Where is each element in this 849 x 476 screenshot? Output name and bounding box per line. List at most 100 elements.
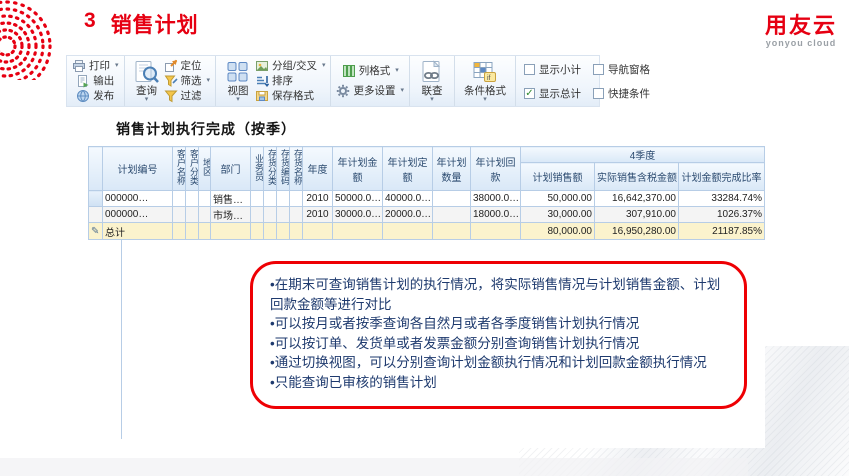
toolbar-group-query: 查询 定位 筛选 过滤 [125, 56, 217, 106]
show-subtotal-checkbox[interactable]: 显示小计 [524, 62, 581, 77]
locate-icon [164, 59, 178, 73]
checkbox-icon [593, 88, 604, 99]
cell-year-plan-qty[interactable] [433, 191, 471, 207]
cell-q-completion[interactable]: 33284.74% [679, 191, 765, 207]
col-header-salesman[interactable]: 业务员 [251, 147, 264, 191]
column-format-icon [342, 64, 356, 78]
cell-q-actual-sales[interactable]: 16,642,370.00 [595, 191, 679, 207]
cell-customer-name[interactable] [173, 191, 186, 207]
cell-year-plan-receipt[interactable]: 38000.0… [471, 191, 521, 207]
conditional-format-button[interactable]: if 条件格式 [460, 60, 510, 102]
row-selector-total[interactable]: ✎ [89, 223, 103, 240]
cell-year[interactable]: 2010 [303, 191, 333, 207]
col-header-year-plan-amount[interactable]: 年计划金额 [333, 147, 383, 191]
toolbar-group-cond-format: if 条件格式 [455, 56, 516, 106]
cell-plan-no[interactable]: 000000… [103, 207, 173, 223]
notes-callout-box: •在期末可查询销售计划的执行情况，将实际销售情况与计划销售金额、计划回款金额等进… [250, 261, 747, 409]
publish-globe-icon [76, 89, 90, 103]
toolbar: 打印 输出 发布 查询 定位 [66, 55, 600, 107]
col-header-q-actual-sales[interactable]: 实际销售含税金额 [595, 163, 679, 191]
publish-button[interactable]: 发布 [76, 89, 114, 103]
cell-empty [383, 223, 433, 240]
query-button[interactable]: 查询 [130, 60, 164, 102]
cell-salesman[interactable] [251, 207, 264, 223]
cell-year-plan-amount[interactable]: 30000.0… [333, 207, 383, 223]
cell-q-plan-sales[interactable]: 30,000.00 [521, 207, 595, 223]
row-selector[interactable] [89, 207, 103, 223]
cell-year-plan-quota[interactable]: 20000.0… [383, 207, 433, 223]
cell-year[interactable]: 2010 [303, 207, 333, 223]
row-selector[interactable] [89, 191, 103, 207]
col-header-inv-code[interactable]: 存货编码 [277, 147, 290, 191]
cell-empty [264, 223, 277, 240]
cell-customer-class[interactable] [186, 191, 199, 207]
cell-year-plan-quota[interactable]: 40000.0… [383, 191, 433, 207]
sort-button[interactable]: 排序 [255, 74, 325, 88]
col-header-year-plan-qty[interactable]: 年计划数量 [433, 147, 471, 191]
cell-q-completion[interactable]: 1026.37% [679, 207, 765, 223]
cell-year-plan-qty[interactable] [433, 207, 471, 223]
cell-department[interactable]: 销售… [211, 191, 251, 207]
report-title: 销售计划执行完成（按季） [116, 119, 765, 139]
col-header-year-plan-quota[interactable]: 年计划定额 [383, 147, 433, 191]
col-header-inv-class[interactable]: 存货分类 [264, 147, 277, 191]
save-format-button[interactable]: 保存格式 [255, 89, 325, 103]
cell-empty [290, 223, 303, 240]
group-cross-button[interactable]: 分组/交叉 [255, 59, 325, 73]
page-title: 3 销售计划 [84, 9, 199, 39]
col-group-header-quarter4[interactable]: 4季度 [521, 147, 765, 163]
cell-salesman[interactable] [251, 191, 264, 207]
cell-empty [199, 223, 211, 240]
cell-plan-no[interactable]: 000000… [103, 191, 173, 207]
col-header-year[interactable]: 年度 [303, 147, 333, 191]
table-row: 000000… 销售… 2010 50000.0… 40000.0… 38000… [89, 191, 765, 207]
note-bullet: •在期末可查询销售计划的执行情况，将实际销售情况与计划销售金额、计划回款金额等进… [270, 275, 727, 314]
cell-inv-code[interactable] [277, 191, 290, 207]
cell-total-q-completion: 21187.85% [679, 223, 765, 240]
bottom-strip-decoration [0, 458, 748, 476]
nav-pane-checkbox[interactable]: 导航窗格 [593, 62, 650, 77]
table-row: 000000… 市场… 2010 30000.0… 20000.0… 18000… [89, 207, 765, 223]
cell-inv-code[interactable] [277, 207, 290, 223]
cell-inv-class[interactable] [264, 191, 277, 207]
col-header-region[interactable]: 地区 [199, 147, 211, 191]
cell-q-plan-sales[interactable]: 50,000.00 [521, 191, 595, 207]
cell-region[interactable] [199, 191, 211, 207]
cell-inv-name[interactable] [290, 191, 303, 207]
col-header-q-completion[interactable]: 计划金额完成比率 [679, 163, 765, 191]
show-total-checkbox[interactable]: ✓ 显示总计 [524, 86, 581, 101]
col-header-year-plan-receipt[interactable]: 年计划回款 [471, 147, 521, 191]
col-header-plan-no[interactable]: 计划编号 [103, 147, 173, 191]
search-document-icon [134, 60, 160, 84]
output-button[interactable]: 输出 [76, 74, 114, 88]
cell-year-plan-amount[interactable]: 50000.0… [333, 191, 383, 207]
linked-query-button[interactable]: 联查 [415, 60, 449, 102]
column-format-button[interactable]: 列格式 [342, 64, 399, 78]
filter-button[interactable]: 过滤 [164, 89, 211, 103]
col-header-customer-name[interactable]: 客户名称 [173, 147, 186, 191]
cell-total-q-plan-sales: 80,000.00 [521, 223, 595, 240]
col-header-q-plan-sales[interactable]: 计划销售额 [521, 163, 595, 191]
cell-inv-class[interactable] [264, 207, 277, 223]
quick-condition-checkbox[interactable]: 快捷条件 [593, 86, 650, 101]
more-settings-button[interactable]: 更多设置 [336, 84, 404, 98]
linked-document-icon [419, 60, 445, 84]
locate-button[interactable]: 定位 [164, 59, 211, 73]
grid-panel-left-edge [121, 240, 123, 439]
toolbar-group-linked-query: 联查 [410, 56, 455, 106]
cell-department[interactable]: 市场… [211, 207, 251, 223]
print-button[interactable]: 打印 [72, 59, 119, 73]
cell-customer-class[interactable] [186, 207, 199, 223]
cell-q-actual-sales[interactable]: 307,910.00 [595, 207, 679, 223]
total-row: ✎ 总计 80,000.00 16,950,280.0 [89, 223, 765, 240]
col-header-inv-name[interactable]: 存货名称 [290, 147, 303, 191]
cell-region[interactable] [199, 207, 211, 223]
col-header-department[interactable]: 部门 [211, 147, 251, 191]
view-button[interactable]: 视图 [221, 60, 255, 102]
cell-year-plan-receipt[interactable]: 18000.0… [471, 207, 521, 223]
cell-customer-name[interactable] [173, 207, 186, 223]
col-header-customer-class[interactable]: 客户分类 [186, 147, 199, 191]
sift-button[interactable]: 筛选 [164, 74, 211, 88]
row-selector-header[interactable] [89, 147, 103, 191]
cell-inv-name[interactable] [290, 207, 303, 223]
